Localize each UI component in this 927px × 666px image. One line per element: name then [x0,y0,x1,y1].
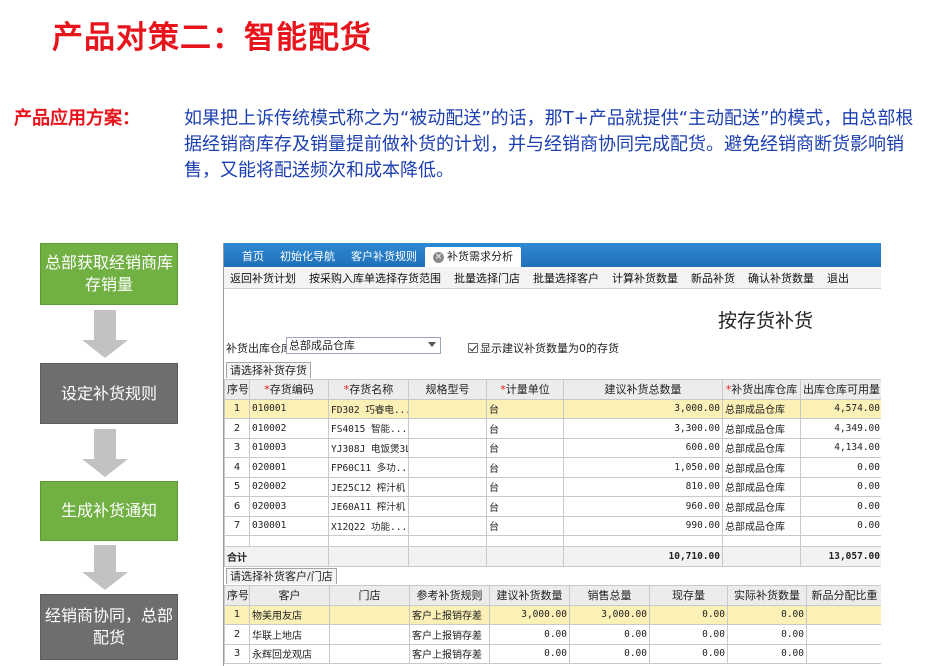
solution-text: 如果把上诉传统模式称之为“被动配送”的话，那T+产品就提供“主动配送”的模式，由… [184,108,914,181]
column-header[interactable]: 新品分配比重 [806,585,881,606]
total-row: 合计 10,710.00 13,057.00 [224,546,881,567]
flow-step-label: 总部获取经销商库存销量 [45,253,174,294]
confirm-qty-button[interactable]: 确认补货数量 [748,270,814,286]
table-row[interactable]: 1 010001 FD302 巧睿电... 台 3,000.00 总部成品仓库 4,574.… [224,398,881,419]
flow-step-rules: 设定补货规则 [40,363,178,424]
warehouse-select[interactable]: 总部成品仓库 [286,337,441,354]
tab-bar: 首页 初始化导航 客户补货规则 × 补货需求分析 [224,243,881,267]
batch-select-stores-button[interactable]: 批量选择门店 [454,270,520,286]
toolbar: 返回补货计划 按采购入库单选择存货范围 批量选择门店 批量选择客户 计算补货数量… [224,267,881,289]
column-header[interactable]: 实际补货数量 [727,585,807,606]
table-row[interactable]: 4 020001 FP60C11 多功... 台 1,050.00 总部成品仓库 0.00 [224,457,881,478]
table-row[interactable]: 5 020002 JE25C12 榨汁机台 810.00 总部成品仓库 0.00 [224,476,881,497]
flow-step-label: 设定补货规则 [60,383,157,403]
show-zero-label: 显示建议补货数量为0的存货 [480,342,619,355]
table-row[interactable]: 6 020003 JE60A11 榨汁机台 960.00 总部成品仓库 0.00 [224,496,881,517]
close-icon[interactable]: × [433,251,444,263]
column-header[interactable]: 规格型号 [408,379,487,400]
flow-step-label: 生成补货通知 [60,501,157,520]
column-header[interactable]: 现存量 [649,585,728,606]
tab-demand-analysis[interactable]: × 补货需求分析 [425,247,521,267]
table-row[interactable]: 3 010003 YJ308J 电饭煲3L 台 600.00 总部成品仓库 4,134.00 [224,437,881,458]
replenishment-app-window: 首页 初始化导航 客户补货规则 × 补货需求分析 返回补货计划 按采购入库单选择… [223,243,881,666]
back-to-plan-button[interactable]: 返回补货计划 [230,270,296,286]
column-header[interactable]: *存货编码 [249,379,329,400]
total-label: 合计 [224,546,329,567]
exit-button[interactable]: 退出 [827,270,849,286]
column-header[interactable]: 建议补货总数量 [563,379,723,400]
total-available: 13,057.00 [800,546,881,567]
customer-grid: 序号 客户 门店 参考补货规则 建议补货数量 销售总量 现存量 实际补货数量 新… [224,585,881,664]
table-row[interactable]: 7 030001 X12Q22 功能... 台 990.00 总部成品仓库 0.00 [224,515,881,536]
batch-select-customers-button[interactable]: 批量选择客户 [533,270,599,286]
customer-section-tab[interactable]: 请选择补货客户/门店 [226,568,337,584]
show-zero-checkbox[interactable] [468,343,478,353]
down-arrow-icon [82,429,128,477]
slide-title: 产品对策二：智能配货 [52,20,372,56]
show-zero-option[interactable]: 显示建议补货数量为0的存货 [468,340,619,356]
table-row[interactable]: 3 永辉回龙观店 客户上报销存差 0.00 0.00 0.00 0.00 [224,643,881,664]
table-row[interactable]: 2 华联上地店 客户上报销存差 0.00 0.00 0.00 0.00 [224,624,881,645]
flow-step-notice: 生成补货通知 [40,481,178,541]
column-header[interactable]: 序号 [224,585,250,606]
down-arrow-icon [82,545,128,590]
column-header[interactable]: *计量单位 [486,379,564,400]
table-row[interactable]: 2 010002 FS4015 智能... 台 3,300.00 总部成品仓库 4,349.… [224,418,881,439]
column-header[interactable]: 门店 [329,585,410,606]
column-header[interactable]: 参考补货规则 [409,585,490,606]
column-header[interactable]: 出库仓库可用量 [800,379,881,400]
table-row[interactable]: 1 物美用友店 客户上报销存差 3,000.00 3,000.00 0.00 0.00 [224,604,881,625]
inventory-section-tab[interactable]: 请选择补货存货 [226,362,311,378]
new-product-button[interactable]: 新品补货 [691,270,735,286]
column-header[interactable]: *补货出库仓库 [722,379,801,400]
form-title: 按存货补货 [718,310,814,332]
flow-step-collect: 总部获取经销商库存销量 [40,243,178,305]
total-qty: 10,710.00 [563,546,723,567]
flow-step-label: 经销商协同，总部配货 [45,606,174,647]
tab-customer-rules[interactable]: 客户补货规则 [343,247,425,267]
calculate-qty-button[interactable]: 计算补货数量 [612,270,678,286]
tab-home[interactable]: 首页 [234,247,272,267]
tab-init-guide[interactable]: 初始化导航 [272,247,343,267]
down-arrow-icon [82,310,128,358]
inventory-grid: 序号 *存货编码 *存货名称 规格型号 *计量单位 建议补货总数量 *补货出库仓… [224,379,881,567]
column-header[interactable]: 客户 [249,585,330,606]
select-by-receipt-button[interactable]: 按采购入库单选择存货范围 [309,270,441,286]
warehouse-value: 总部成品仓库 [289,339,355,352]
column-header[interactable]: *存货名称 [328,379,409,400]
solution-label: 产品应用方案： [14,108,140,129]
column-header[interactable]: 建议补货数量 [489,585,570,606]
warehouse-label: 补货出库仓库 [226,342,292,355]
tab-label: 补货需求分析 [447,250,513,263]
column-header[interactable]: 序号 [224,379,250,400]
column-header[interactable]: 销售总量 [569,585,650,606]
flow-step-collaborate: 经销商协同，总部配货 [40,594,178,660]
chevron-down-icon[interactable] [428,342,436,347]
